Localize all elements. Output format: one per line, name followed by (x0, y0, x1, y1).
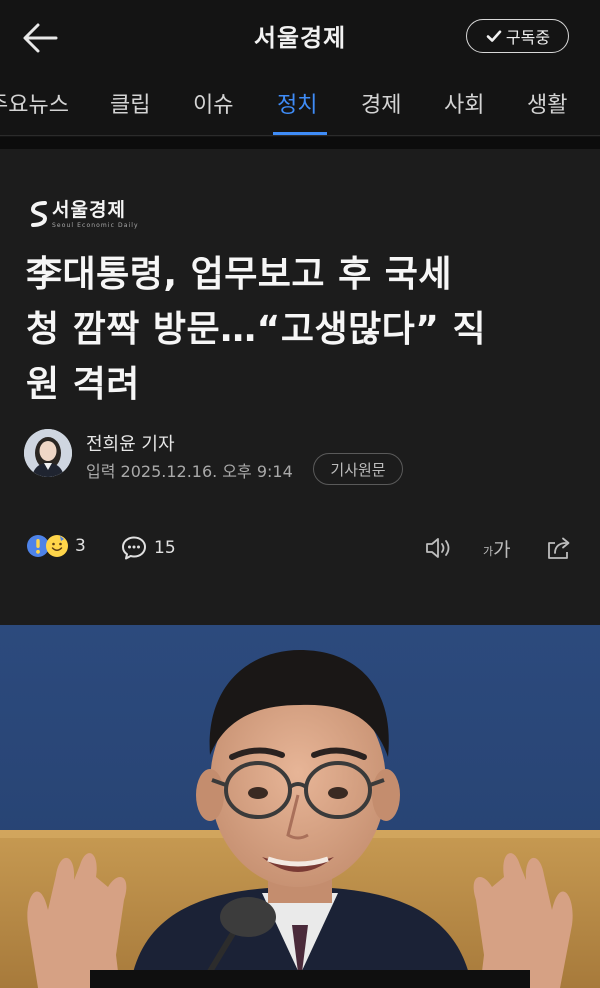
reporter-name[interactable]: 전희윤 기자 (86, 430, 175, 456)
tab-politics[interactable]: 정치 (277, 87, 317, 119)
tab-issues[interactable]: 이슈 (193, 87, 233, 119)
active-tab-indicator (273, 132, 327, 135)
reporter-avatar[interactable] (24, 429, 72, 477)
press-logo-name: 서울경제 (52, 199, 126, 221)
press-logo-mark-icon (30, 201, 48, 227)
article-photo[interactable] (0, 625, 600, 988)
comments-button[interactable]: 15 (120, 534, 176, 562)
speaker-icon (426, 538, 450, 558)
arrow-left-icon (23, 23, 58, 53)
section-divider (0, 137, 600, 149)
tab-economy[interactable]: 경제 (361, 87, 401, 119)
font-size-big-label: 가 (493, 539, 511, 561)
check-icon (486, 30, 502, 42)
comment-icon (122, 536, 146, 560)
original-article-button[interactable]: 기사원문 (313, 453, 403, 485)
tab-living[interactable]: 생활 (527, 87, 567, 119)
headline-line: 李대통령, 업무보고 후 국세 (26, 254, 452, 295)
top-bar: 서울경제 구독중 (0, 0, 600, 70)
share-icon (548, 537, 570, 559)
press-logo[interactable]: 서울경제 Seoul Economic Daily (30, 200, 139, 229)
article-header: 서울경제 Seoul Economic Daily 李대통령, 업무보고 후 국… (0, 149, 600, 625)
font-size-small-label: 가 (483, 545, 494, 558)
tab-society[interactable]: 사회 (444, 87, 484, 119)
headline-line: 청 깜짝 방문…“고생많다” 직 (26, 309, 487, 350)
reactions-button[interactable]: 3 (26, 534, 86, 558)
photo-illustration (0, 625, 600, 988)
subscribe-label: 구독중 (505, 28, 551, 47)
text-to-speech-button[interactable] (424, 534, 454, 562)
happy-emoji-icon (46, 535, 68, 557)
press-logo-sub: Seoul Economic Daily (52, 222, 139, 229)
tab-clips[interactable]: 클립 (110, 87, 150, 119)
tab-main-news[interactable]: 주요뉴스 (0, 87, 69, 119)
category-tabs: 주요뉴스 클립 이슈 정치 경제 사회 생활 (0, 70, 600, 136)
reporter-photo (24, 429, 72, 477)
article-headline: 李대통령, 업무보고 후 국세 청 깜짝 방문…“고생많다” 직 원 격려 (26, 247, 574, 412)
share-button[interactable] (544, 534, 574, 562)
subscribe-button[interactable]: 구독중 (466, 19, 569, 53)
published-time: 입력 2025.12.16. 오후 9:14 (86, 462, 293, 481)
back-button[interactable] (18, 16, 62, 60)
font-size-button[interactable]: 가 가 (483, 534, 519, 562)
reaction-count: 3 (75, 536, 86, 556)
comment-count: 15 (154, 538, 176, 558)
headline-line: 원 격려 (26, 364, 140, 405)
